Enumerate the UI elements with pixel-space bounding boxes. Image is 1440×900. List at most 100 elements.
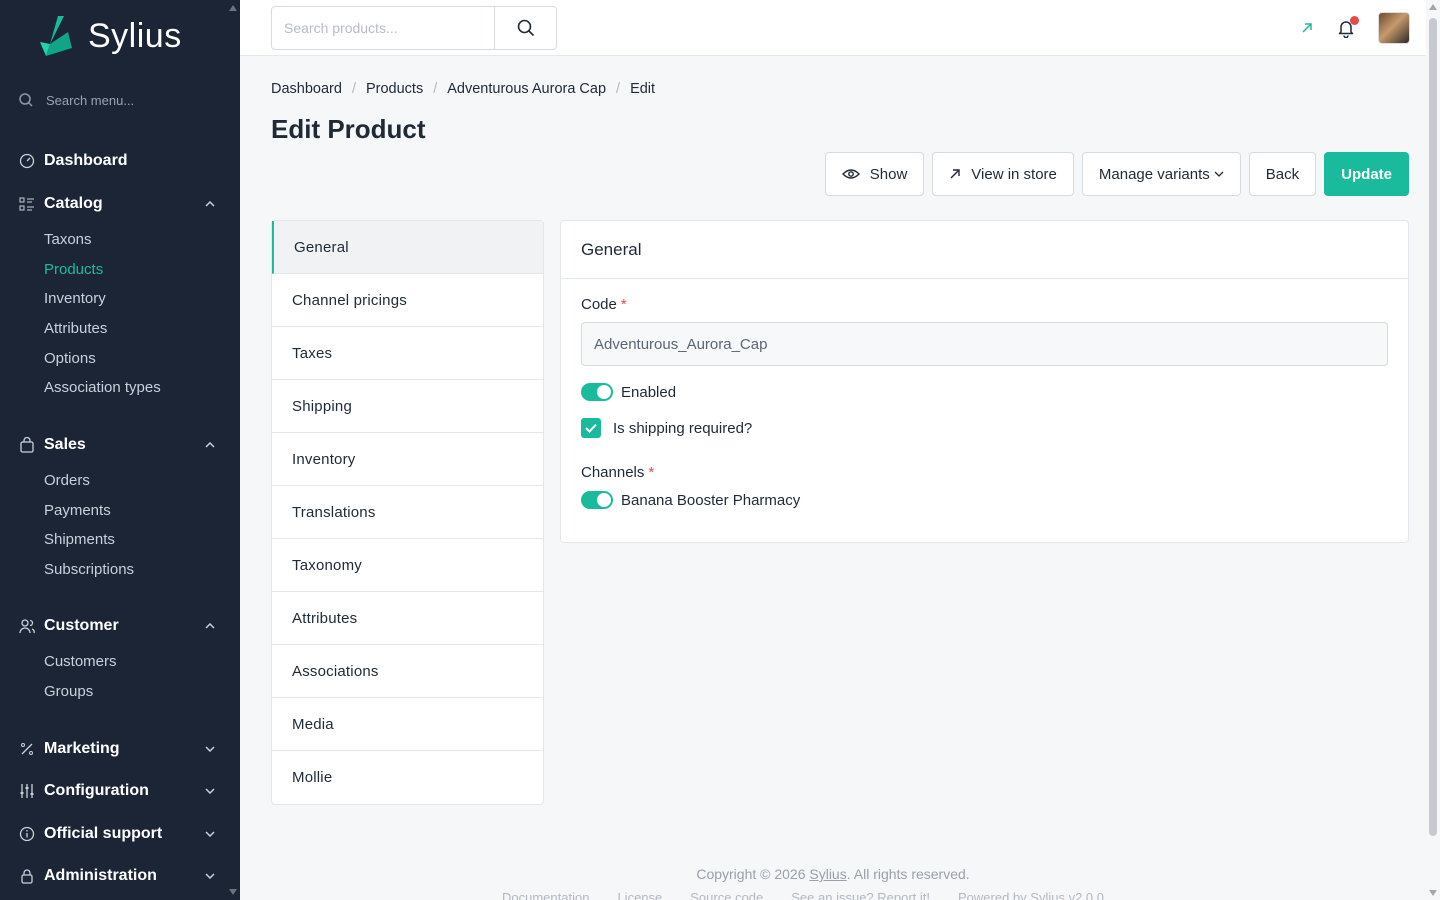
brand-name: Sylius [88, 16, 182, 55]
footer-link-source-code[interactable]: Source code [690, 890, 763, 900]
tab-channel-pricings[interactable]: Channel pricings [272, 274, 543, 327]
sidebar-section-toggle-catalog[interactable]: Catalog [0, 192, 228, 216]
sidebar-item-taxons[interactable]: Taxons [44, 225, 228, 255]
shipping-required-row: Is shipping required? [581, 418, 752, 438]
sidebar-item-payments[interactable]: Payments [44, 496, 228, 526]
sidebar-section-label: Customer [44, 617, 119, 634]
sidebar-item-shipments[interactable]: Shipments [44, 525, 228, 555]
sidebar-section-label: Official support [44, 825, 163, 842]
info-icon [18, 825, 36, 843]
tab-attributes[interactable]: Attributes [272, 592, 543, 645]
sidebar-item-inventory[interactable]: Inventory [44, 284, 228, 314]
page-scrollbar[interactable] [1426, 0, 1440, 900]
sidebar-item-association-types[interactable]: Association types [44, 373, 228, 403]
sidebar-item-groups[interactable]: Groups [44, 677, 228, 707]
view-in-store-button[interactable]: View in store [932, 152, 1074, 196]
sliders-icon [18, 782, 36, 800]
tab-mollie[interactable]: Mollie [272, 751, 543, 804]
channel-toggle[interactable] [581, 491, 613, 509]
sidebar-section-label: Configuration [44, 782, 149, 799]
sylius-link[interactable]: Sylius [809, 866, 846, 882]
show-button[interactable]: Show [824, 152, 925, 196]
logo[interactable]: Sylius [38, 14, 182, 58]
chevron-up-icon [204, 198, 216, 210]
sidebar-item-orders[interactable]: Orders [44, 466, 228, 496]
external-link-icon[interactable] [1300, 21, 1314, 35]
sidebar-section-label: Marketing [44, 740, 120, 757]
sidebar-item-dashboard[interactable]: Dashboard [0, 149, 228, 173]
footer-link-powered-by[interactable]: Powered by Sylius v2.0.0 [958, 890, 1104, 900]
shipping-required-checkbox[interactable] [581, 418, 601, 438]
sidebar-section-toggle-sales[interactable]: Sales [0, 433, 228, 457]
tab-associations[interactable]: Associations [272, 645, 543, 698]
tab-translations[interactable]: Translations [272, 486, 543, 539]
channel-name: Banana Booster Pharmacy [621, 491, 801, 509]
sidebar-scrollbar[interactable] [228, 0, 240, 900]
code-label: Code * [581, 296, 627, 313]
catalog-icon [18, 195, 36, 213]
footer-link-documentation[interactable]: Documentation [502, 890, 589, 900]
copyright-prefix: Copyright © 2026 [696, 866, 810, 882]
sidebar-item-customers[interactable]: Customers [44, 647, 228, 677]
search-button[interactable] [494, 7, 556, 49]
sidebar-search[interactable]: Search menu... [18, 92, 134, 108]
breadcrumb-current: Edit [630, 81, 656, 97]
tab-media[interactable]: Media [272, 698, 543, 751]
sidebar-item-attributes[interactable]: Attributes [44, 314, 228, 344]
tab-taxes[interactable]: Taxes [272, 327, 543, 380]
breadcrumb-dashboard[interactable]: Dashboard [271, 81, 342, 97]
sidebar-section-official-support[interactable]: Official support [0, 822, 228, 846]
sidebar-section-configuration[interactable]: Configuration [0, 779, 228, 803]
tab-general[interactable]: General [272, 221, 543, 274]
chevron-up-icon [204, 439, 216, 451]
footer-copyright: Copyright © 2026 Sylius. All rights rese… [240, 866, 1426, 882]
manage-variants-button[interactable]: Manage variants [1081, 152, 1241, 196]
product-search-input[interactable] [272, 7, 495, 49]
update-button-label: Update [1341, 165, 1392, 183]
bag-icon [18, 436, 36, 454]
dashboard-icon [18, 152, 36, 170]
check-icon [585, 423, 597, 433]
footer-link-license[interactable]: License [617, 890, 662, 900]
back-button[interactable]: Back [1248, 152, 1317, 196]
notification-badge [1350, 16, 1359, 25]
chevron-down-icon [204, 743, 216, 755]
sidebar-item-label: Dashboard [44, 152, 128, 169]
sidebar-section-administration[interactable]: Administration [0, 864, 228, 888]
notifications-button[interactable] [1336, 16, 1359, 39]
sidebar-item-products[interactable]: Products [44, 255, 228, 285]
back-button-label: Back [1265, 165, 1300, 183]
breadcrumb: Dashboard / Products / Adventurous Auror… [271, 81, 656, 97]
code-field[interactable] [581, 322, 1388, 366]
tab-taxonomy[interactable]: Taxonomy [272, 539, 543, 592]
shipping-required-label: Is shipping required? [613, 419, 753, 437]
enabled-toggle[interactable] [581, 383, 613, 401]
manage-variants-label: Manage variants [1098, 165, 1210, 183]
sidebar-section-marketing[interactable]: Marketing [0, 737, 228, 761]
tab-inventory[interactable]: Inventory [272, 433, 543, 486]
sidebar-section-catalog: Catalog Taxons Products Inventory Attrib… [0, 192, 228, 403]
sidebar-item-subscriptions[interactable]: Subscriptions [44, 555, 228, 585]
code-label-text: Code [581, 296, 617, 313]
search-icon [19, 93, 33, 107]
view-in-store-label: View in store [971, 165, 1057, 183]
chevron-down-icon [1214, 171, 1224, 177]
sylius-logo-icon [40, 16, 72, 56]
percent-icon [18, 740, 36, 758]
breadcrumb-products[interactable]: Products [366, 81, 423, 97]
sidebar-section-label: Catalog [44, 195, 103, 212]
sidebar-section-toggle-customer[interactable]: Customer [0, 614, 228, 638]
tab-shipping[interactable]: Shipping [272, 380, 543, 433]
sidebar-section-sales: Sales Orders Payments Shipments Subscrip… [0, 433, 228, 585]
sidebar-item-options[interactable]: Options [44, 344, 228, 374]
update-button[interactable]: Update [1324, 152, 1409, 196]
sidebar-search-placeholder: Search menu... [46, 92, 135, 108]
page-actions: Show View in store Manage variants Back … [824, 152, 1409, 196]
footer-link-report-issue[interactable]: See an issue? Report it! [791, 890, 930, 900]
chevron-down-icon [204, 785, 216, 797]
breadcrumb-product[interactable]: Adventurous Aurora Cap [447, 81, 606, 97]
avatar[interactable] [1378, 12, 1410, 44]
channels-label-text: Channels [581, 464, 645, 481]
channels-label: Channels * [581, 464, 655, 481]
sidebar-section-label: Administration [44, 867, 157, 884]
